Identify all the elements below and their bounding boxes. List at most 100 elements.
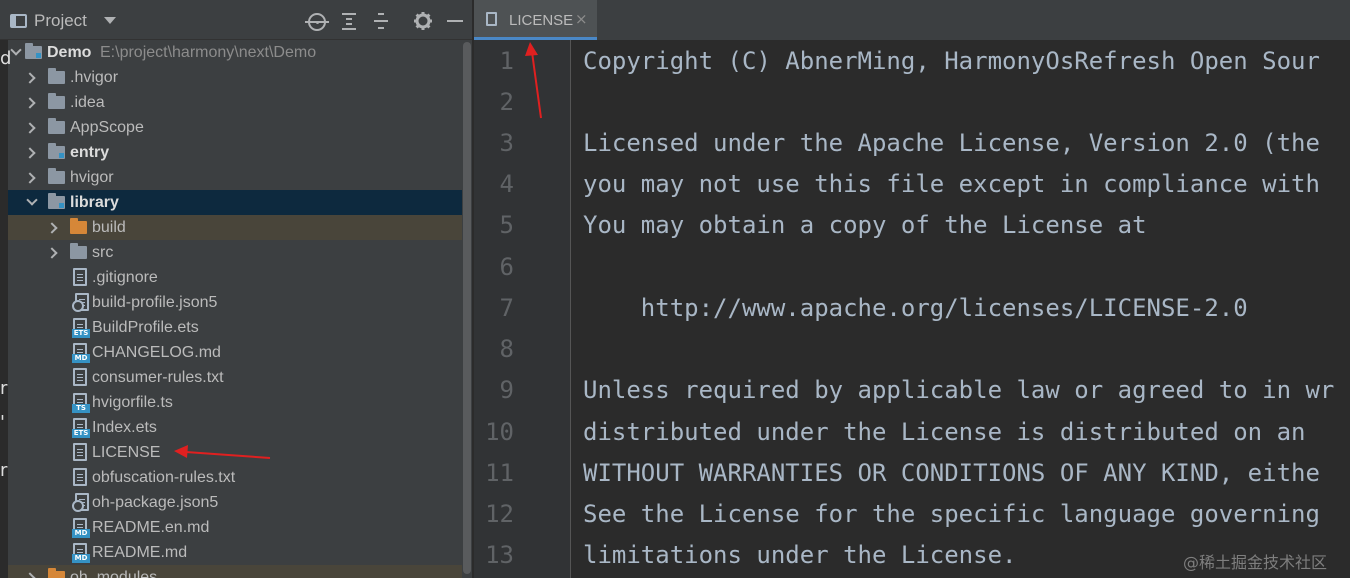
tree-row-hvigorfile[interactable]: hvigorfile.ts — [8, 390, 462, 415]
tree-row-readme[interactable]: README.md — [8, 540, 462, 565]
tree-item-label: CHANGELOG.md — [92, 344, 221, 361]
close-icon[interactable]: × — [575, 10, 588, 28]
left-edge-strip: d r ' r — [0, 40, 11, 578]
line-number: 4 — [499, 170, 514, 198]
line-number: 6 — [499, 253, 514, 281]
code-line[interactable]: Unless required by applicable law or agr… — [583, 375, 1334, 405]
module-folder-icon — [48, 193, 65, 209]
tree-item-label: .hvigor — [70, 69, 119, 86]
tree-item-label: AppScope — [70, 119, 144, 136]
tree-item-label: library — [70, 194, 119, 211]
tree-row-oh-package[interactable]: oh-package.json5 — [8, 490, 462, 515]
line-number: 8 — [499, 335, 514, 363]
line-number: 7 — [499, 294, 514, 322]
chevron-right-icon[interactable] — [23, 65, 37, 90]
tree-item-label: hvigorfile.ts — [92, 394, 173, 411]
chevron-right-icon[interactable] — [23, 90, 37, 115]
chevron-right-icon[interactable] — [45, 240, 59, 265]
chevron-right-icon[interactable] — [23, 140, 37, 165]
code-line[interactable]: http://www.apache.org/licenses/LICENSE-2… — [583, 293, 1248, 323]
tree-item-label: build — [92, 219, 126, 236]
tree-item-label: oh-package.json5 — [92, 494, 219, 511]
tree-row-build[interactable]: build — [8, 215, 462, 240]
root-path: E:\project\harmony\next\Demo — [100, 44, 317, 61]
markdown-file-icon — [72, 343, 90, 363]
tree-row-idea[interactable]: .idea — [8, 90, 462, 115]
chevron-right-icon[interactable] — [23, 165, 37, 190]
folder-icon — [48, 118, 65, 134]
editor-area: LICENSE × 1 2 3 4 5 6 7 8 9 10 11 12 13 … — [474, 0, 1350, 578]
ets-file-icon — [72, 318, 90, 338]
tree-row-build-profile[interactable]: build-profile.json5 — [8, 290, 462, 315]
line-number: 3 — [499, 129, 514, 157]
tree-item-label: hvigor — [70, 169, 114, 186]
tree-row-oh-modules[interactable]: oh_modules — [8, 565, 462, 578]
project-panel-header: Project — [0, 0, 472, 40]
tree-row-appscope[interactable]: AppScope — [8, 115, 462, 140]
code-line[interactable]: You may obtain a copy of the License at — [583, 210, 1147, 240]
tree-row-changelog[interactable]: CHANGELOG.md — [8, 340, 462, 365]
hide-panel-icon[interactable] — [447, 20, 463, 22]
tree-row-gitignore[interactable]: .gitignore — [8, 265, 462, 290]
code-text-area[interactable]: Copyright (C) AbnerMing, HarmonyOsRefres… — [583, 40, 1350, 578]
tree-item-label: build-profile.json5 — [92, 294, 218, 311]
tree-item-label: .gitignore — [92, 269, 158, 286]
strip-glyph: ' — [0, 412, 5, 433]
tab-title: LICENSE — [509, 12, 574, 29]
module-folder-icon — [48, 143, 65, 159]
tree-item-label: Index.ets — [92, 419, 157, 436]
project-tree: Demo E:\project\harmony\next\Demo .hvigo… — [8, 40, 462, 578]
tree-row-src[interactable]: src — [8, 240, 462, 265]
scrollbar-thumb[interactable] — [463, 42, 471, 574]
project-tool-window: Project d r ' r Demo E:\project\harmony\… — [0, 0, 472, 578]
expand-all-icon[interactable] — [341, 12, 357, 30]
tree-row-readme-en[interactable]: README.en.md — [8, 515, 462, 540]
code-line[interactable]: you may not use this file except in comp… — [583, 169, 1320, 199]
gear-icon[interactable] — [413, 11, 433, 31]
text-file-icon — [73, 443, 87, 461]
tree-row-obfuscation-rules[interactable]: obfuscation-rules.txt — [8, 465, 462, 490]
view-mode-dropdown-icon[interactable] — [104, 17, 116, 24]
text-file-icon — [73, 468, 87, 486]
tree-row-demo[interactable]: Demo E:\project\harmony\next\Demo — [8, 40, 462, 65]
tree-item-label: consumer-rules.txt — [92, 369, 224, 386]
code-line[interactable]: See the License for the specific languag… — [583, 499, 1320, 529]
json-file-icon — [72, 293, 89, 312]
collapse-all-icon[interactable] — [373, 12, 389, 30]
chevron-down-icon[interactable] — [24, 190, 38, 215]
tree-row-license[interactable]: LICENSE — [8, 440, 462, 465]
chevron-down-icon[interactable] — [8, 40, 22, 65]
code-line[interactable]: WITHOUT WARRANTIES OR CONDITIONS OF ANY … — [583, 458, 1320, 488]
tab-license[interactable]: LICENSE × — [474, 0, 597, 40]
chevron-right-icon[interactable] — [23, 115, 37, 140]
tree-item-label: entry — [70, 144, 110, 161]
line-number: 2 — [499, 88, 514, 116]
tree-row-library[interactable]: library — [8, 190, 462, 215]
chevron-right-icon[interactable] — [45, 215, 59, 240]
editor-tab-bar: LICENSE × — [474, 0, 1350, 40]
line-number-gutter: 1 2 3 4 5 6 7 8 9 10 11 12 13 — [474, 40, 571, 578]
chevron-right-icon[interactable] — [23, 565, 37, 578]
tree-row-buildprofile-ets[interactable]: BuildProfile.ets — [8, 315, 462, 340]
project-panel-scrollbar[interactable] — [462, 40, 472, 578]
code-line[interactable]: distributed under the License is distrib… — [583, 417, 1305, 447]
excluded-folder-icon — [48, 568, 65, 578]
project-panel-title[interactable]: Project — [34, 11, 87, 31]
tree-row-hvigor[interactable]: hvigor — [8, 165, 462, 190]
text-file-icon — [73, 268, 87, 286]
text-file-icon — [73, 368, 87, 386]
line-number: 12 — [485, 500, 514, 528]
ets-file-icon — [72, 418, 90, 438]
select-opened-file-icon[interactable] — [305, 13, 329, 31]
strip-glyph: r — [0, 460, 8, 481]
text-file-icon — [486, 12, 497, 26]
project-view-icon — [10, 14, 27, 28]
folder-icon — [70, 243, 87, 259]
tree-row-index-ets[interactable]: Index.ets — [8, 415, 462, 440]
tree-row-entry[interactable]: entry — [8, 140, 462, 165]
tree-row-consumer-rules[interactable]: consumer-rules.txt — [8, 365, 462, 390]
code-line[interactable]: Copyright (C) AbnerMing, HarmonyOsRefres… — [583, 46, 1320, 76]
code-line[interactable]: limitations under the License. — [583, 540, 1016, 570]
tree-row-hvigor-dot[interactable]: .hvigor — [8, 65, 462, 90]
code-line[interactable]: Licensed under the Apache License, Versi… — [583, 128, 1320, 158]
